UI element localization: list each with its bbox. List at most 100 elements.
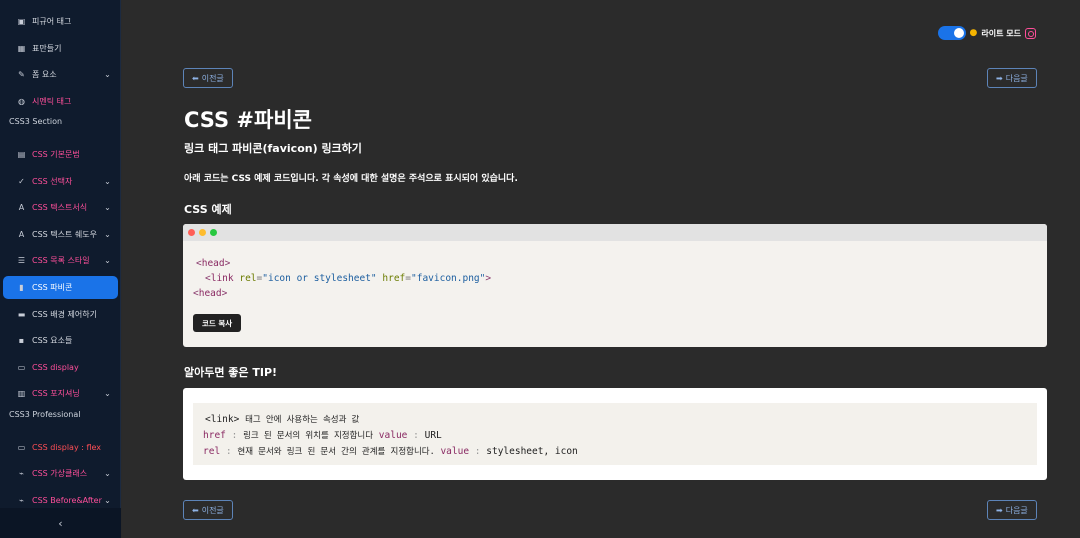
- flex-icon: ▭: [17, 442, 26, 452]
- code-example-card: <head> <link rel="icon or stylesheet" hr…: [183, 224, 1047, 347]
- list-icon: ☰: [17, 256, 26, 266]
- prev-post-label: 이전글: [201, 505, 224, 515]
- tip-key: value: [378, 430, 408, 441]
- sidebar-item[interactable]: ▤ CSS 기본문법: [3, 143, 118, 166]
- tip-line: href : 링크 된 문서의 위치를 지정합니다 value : URL: [203, 430, 442, 441]
- sidebar-item-label: CSS display: [32, 362, 79, 372]
- prev-post-label: 이전글: [201, 73, 224, 83]
- globe-icon: ◍: [18, 96, 25, 106]
- sidebar-item[interactable]: ▮ CSS 파비콘: [3, 276, 118, 299]
- sidebar-item-label: 피규어 태그: [32, 17, 72, 26]
- code-window-bar: [183, 224, 1047, 241]
- window-maximize-dot: [210, 229, 217, 236]
- arrow-right-icon: ➡: [996, 73, 1003, 83]
- pseudo-class-icon: ⌁: [19, 469, 24, 479]
- sidebar-item-label: CSS 요소들: [32, 336, 73, 346]
- next-post-button-bottom[interactable]: ➡ 다음글: [987, 500, 1037, 520]
- sidebar: ▣ 피규어 태그 ▦ 표만들기 ✎ 폼 요소 ⌄ ◍ 시멘틱 태그 CSS3 Section ▤ CS…: [0, 0, 121, 538]
- sidebar-item-label: 표만들기: [32, 43, 62, 53]
- form-edit-icon: ✎: [18, 70, 25, 80]
- window-minimize-dot: [199, 229, 206, 236]
- chevron-down-icon: ⌄: [104, 495, 111, 505]
- tip-key: value: [440, 446, 470, 457]
- tip-value: stylesheet, icon: [486, 446, 578, 457]
- sidebar-item-label: CSS 기본문법: [32, 150, 80, 159]
- position-icon: ▥: [17, 389, 26, 399]
- instagram-icon[interactable]: [1025, 27, 1036, 39]
- code-string: "icon or stylesheet": [262, 273, 377, 284]
- sidebar-item-label: CSS display : flex: [32, 442, 102, 452]
- copy-code-button[interactable]: 코드 복사: [193, 314, 242, 332]
- arrow-right-icon: ➡: [996, 505, 1003, 515]
- tip-line: rel : 현재 문서와 링크 된 문서 간의 관계를 지정합니다. value…: [203, 446, 578, 457]
- code-attr: rel: [239, 273, 257, 284]
- sidebar-item[interactable]: ▭ CSS display: [3, 356, 118, 379]
- code-attr: href: [382, 273, 406, 284]
- page-description: 아래 코드는 CSS 예제 코드입니다. 각 속성에 대한 설명은 주석으로 표…: [184, 174, 518, 184]
- text-format-icon: A: [18, 203, 25, 213]
- sidebar-item-label: CSS Before&After: [32, 495, 102, 505]
- tip-code: <link>: [205, 414, 240, 425]
- table-icon: ▦: [17, 43, 26, 53]
- page-title: CSS #파비콘: [184, 108, 312, 132]
- code-block: <head> <link rel="icon or stylesheet" hr…: [193, 256, 491, 301]
- sidebar-item[interactable]: ▦ 표만들기: [3, 37, 118, 60]
- sidebar-collapse-button[interactable]: ‹: [0, 508, 121, 538]
- tip-text: 링크 된 문서의 위치를 지정합니다: [243, 431, 374, 441]
- next-post-label: 다음글: [1005, 73, 1028, 83]
- next-post-label: 다음글: [1005, 505, 1028, 515]
- chevron-down-icon: ⌄: [104, 256, 111, 266]
- code-line: <head>: [196, 258, 231, 269]
- sidebar-item-label: CSS 포지셔닝: [32, 389, 80, 399]
- chevron-left-icon: ‹: [58, 516, 63, 530]
- chevron-down-icon: ⌄: [104, 203, 111, 213]
- tip-text: 현재 문서와 링크 된 문서 간의 관계를 지정합니다.: [237, 447, 435, 457]
- element-icon: ▪: [18, 336, 25, 346]
- window-close-dot: [188, 229, 195, 236]
- before-after-icon: ⌁: [19, 495, 24, 505]
- sidebar-item[interactable]: ▭ CSS display : flex: [3, 436, 118, 459]
- page-subtitle: 링크 태그 파비콘(favicon) 링크하기: [184, 142, 362, 155]
- tip-card: <link> 태그 안에 사용하는 속성과 값 href : 링크 된 문서의 …: [183, 388, 1047, 480]
- tip-heading: 알아두면 좋은 TIP!: [184, 366, 278, 379]
- sidebar-item[interactable]: ⌁ CSS 가상클래스 ⌄: [3, 462, 118, 485]
- sidebar-item-label: 폼 요소: [32, 70, 57, 80]
- background-icon: ▬: [17, 309, 26, 319]
- sidebar-item[interactable]: ▣ 피규어 태그: [3, 10, 118, 33]
- sidebar-item-label: CSS 선택자: [32, 176, 73, 186]
- chevron-down-icon: ⌄: [104, 70, 111, 80]
- sun-icon: ●: [969, 28, 978, 38]
- check-icon: ✓: [18, 176, 25, 186]
- tip-line: <link> 태그 안에 사용하는 속성과 값: [203, 412, 1027, 428]
- next-post-button[interactable]: ➡ 다음글: [987, 68, 1037, 88]
- sidebar-item[interactable]: ◍ 시멘틱 태그: [3, 90, 118, 113]
- display-icon: ▭: [17, 362, 26, 372]
- chevron-down-icon: ⌄: [104, 229, 111, 239]
- tip-block: <link> 태그 안에 사용하는 속성과 값 href : 링크 된 문서의 …: [193, 403, 1037, 465]
- sidebar-item[interactable]: ✎ 폼 요소 ⌄: [3, 63, 118, 86]
- sidebar-item-label: CSS 파비콘: [32, 283, 73, 292]
- sidebar-item[interactable]: ▥ CSS 포지셔닝 ⌄: [3, 382, 118, 405]
- sidebar-item[interactable]: A CSS 텍스트 쉐도우 ⌄: [3, 223, 118, 246]
- sidebar-item[interactable]: ▬ CSS 배경 제어하기: [3, 303, 118, 326]
- prev-post-button[interactable]: ⬅ 이전글: [183, 68, 233, 88]
- sidebar-item[interactable]: ✓ CSS 선택자 ⌄: [3, 170, 118, 193]
- theme-toggle[interactable]: [937, 26, 966, 40]
- code-line: <link rel="icon or stylesheet" href="fav…: [205, 273, 492, 284]
- prev-post-button-bottom[interactable]: ⬅ 이전글: [183, 500, 233, 520]
- sidebar-item[interactable]: A CSS 텍스트서식 ⌄: [3, 196, 118, 219]
- sidebar-section-title: CSS3 Professional: [9, 410, 81, 419]
- code-line: <head>: [193, 288, 228, 299]
- chevron-down-icon: ⌄: [104, 469, 111, 479]
- sidebar-item[interactable]: ☰ CSS 목록 스타일 ⌄: [3, 249, 118, 272]
- document-icon: ▤: [17, 150, 26, 159]
- sidebar-item-label: CSS 가상클래스: [32, 469, 88, 479]
- code-tag: head: [198, 288, 222, 299]
- sidebar-item-label: 시멘틱 태그: [32, 96, 72, 106]
- arrow-left-icon: ⬅: [192, 73, 199, 83]
- tip-key: href: [203, 430, 226, 441]
- sidebar-item-label: CSS 목록 스타일: [32, 256, 90, 266]
- sidebar-item[interactable]: ▪ CSS 요소들: [3, 329, 118, 352]
- favicon-icon: ▮: [19, 283, 24, 292]
- arrow-left-icon: ⬅: [192, 505, 199, 515]
